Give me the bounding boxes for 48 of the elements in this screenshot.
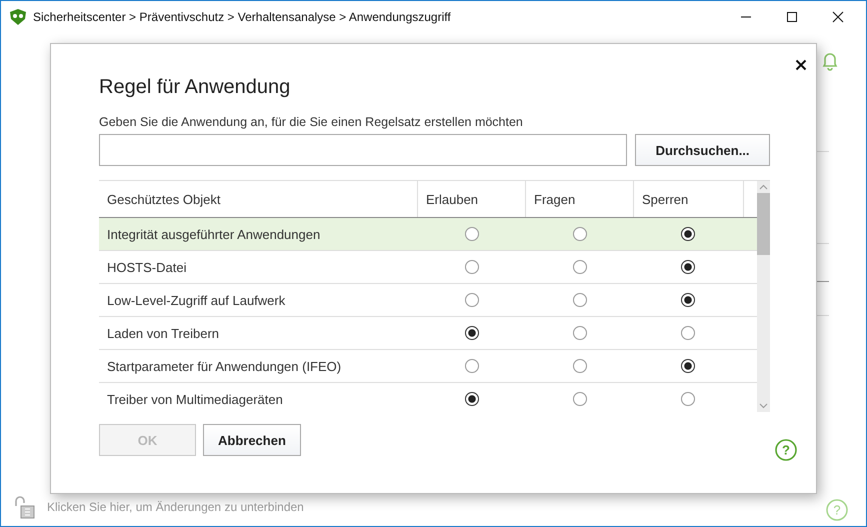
radio-button[interactable] bbox=[681, 293, 695, 307]
radio-button[interactable] bbox=[573, 326, 587, 340]
radio-button[interactable] bbox=[465, 260, 479, 274]
radio-button[interactable] bbox=[465, 326, 479, 340]
scrollbar[interactable] bbox=[757, 181, 770, 412]
lock-icon[interactable] bbox=[13, 495, 37, 519]
dialog-title: Regel für Anwendung bbox=[99, 76, 292, 99]
window-title: Sicherheitscenter > Präventivschutz > Verhaltensanalyse > Anwendungszugriff bbox=[33, 10, 451, 24]
table-row[interactable]: Laden von Treibern bbox=[99, 317, 757, 350]
radio-button[interactable] bbox=[681, 392, 695, 406]
radio-button[interactable] bbox=[465, 227, 479, 241]
bell-icon[interactable] bbox=[821, 51, 839, 71]
close-icon[interactable] bbox=[795, 59, 807, 71]
radio-button[interactable] bbox=[465, 392, 479, 406]
radio-button[interactable] bbox=[681, 359, 695, 373]
object-name: Startparameter für Anwendungen (IFEO) bbox=[106, 358, 342, 376]
table-row[interactable]: HOSTS-Datei bbox=[99, 251, 757, 284]
object-name: Laden von Treibern bbox=[106, 324, 220, 342]
object-name: HOSTS-Datei bbox=[106, 258, 188, 276]
cancel-button[interactable]: Abbrechen bbox=[203, 424, 301, 456]
radio-button[interactable] bbox=[681, 227, 695, 241]
browse-button[interactable]: Durchsuchen... bbox=[635, 134, 770, 166]
close-icon[interactable] bbox=[832, 11, 844, 23]
radio-button[interactable] bbox=[573, 260, 587, 274]
prompt-label: Geben Sie die Anwendung an, für die Sie einen Regelsatz erstellen möchten bbox=[99, 115, 524, 129]
maximize-icon[interactable] bbox=[786, 11, 798, 23]
radio-button[interactable] bbox=[573, 392, 587, 406]
table-row[interactable]: Integrität ausgeführter Anwendungen bbox=[99, 218, 757, 251]
radio-button[interactable] bbox=[465, 359, 479, 373]
table-row[interactable]: Startparameter für Anwendungen (IFEO) bbox=[99, 350, 757, 383]
column-header: Sperren bbox=[634, 181, 744, 217]
radio-button[interactable] bbox=[573, 293, 587, 307]
radio-button[interactable] bbox=[573, 359, 587, 373]
app-logo-icon bbox=[9, 9, 27, 25]
radio-button[interactable] bbox=[681, 260, 695, 274]
column-header: Erlauben bbox=[418, 181, 526, 217]
application-path-field[interactable] bbox=[99, 134, 628, 166]
table-row[interactable]: Treiber von Multimediageräten bbox=[99, 383, 757, 413]
object-name: Treiber von Multimediageräten bbox=[106, 390, 284, 409]
column-header: Fragen bbox=[526, 181, 634, 217]
radio-button[interactable] bbox=[465, 293, 479, 307]
scrollbar-thumb[interactable] bbox=[757, 193, 770, 255]
table-row[interactable]: Low-Level-Zugriff auf Laufwerk bbox=[99, 284, 757, 317]
object-name: Low-Level-Zugriff auf Laufwerk bbox=[106, 292, 286, 310]
object-name: Integrität ausgeführter Anwendungen bbox=[106, 226, 322, 244]
column-header: Geschütztes Objekt bbox=[99, 181, 418, 217]
radio-button[interactable] bbox=[573, 227, 587, 241]
radio-button[interactable] bbox=[681, 326, 695, 340]
